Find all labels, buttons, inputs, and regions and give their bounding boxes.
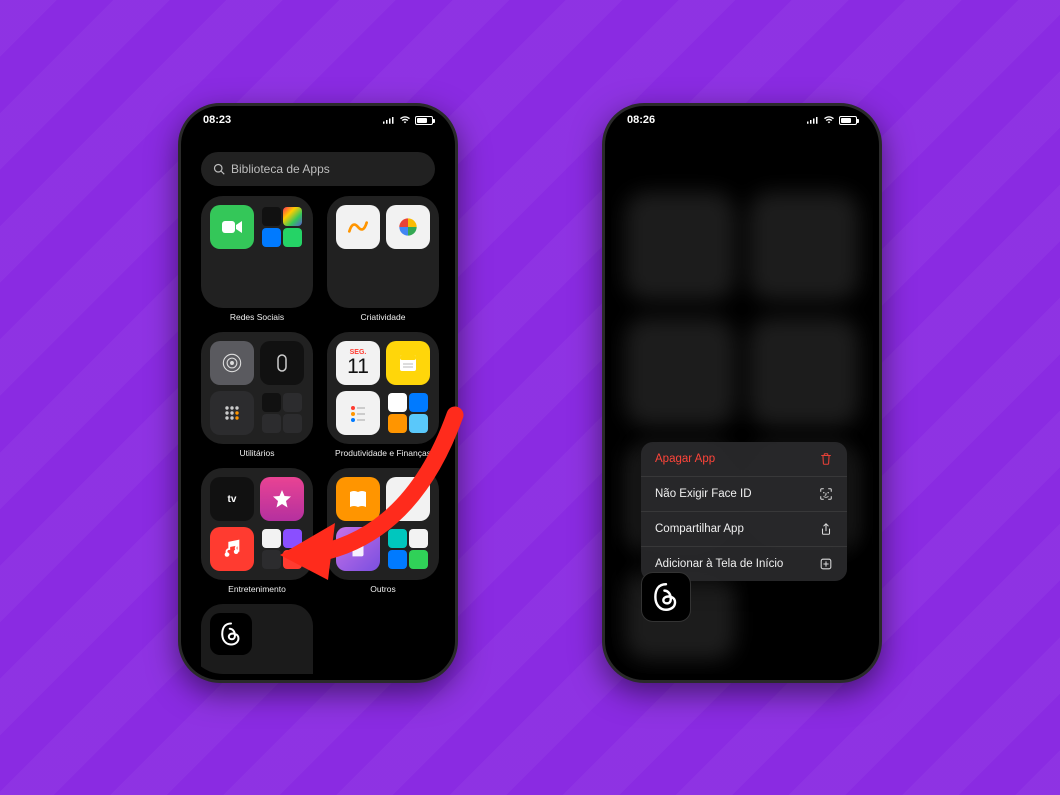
wifi-icon [399, 116, 411, 124]
journal-icon [336, 527, 380, 571]
google-photos-icon [386, 205, 430, 249]
freeform-icon [336, 205, 380, 249]
search-icon [213, 163, 225, 175]
notch [682, 106, 802, 130]
app-cluster [260, 205, 304, 249]
battery-icon [415, 116, 433, 125]
watch-icon [260, 341, 304, 385]
menu-label: Apagar App [655, 453, 715, 465]
share-icon [819, 522, 833, 536]
music-icon [210, 527, 254, 571]
folder-label: Redes Sociais [230, 312, 284, 322]
wifi-icon [823, 116, 835, 124]
menu-label: Adicionar à Tela de Início [655, 558, 783, 570]
folder-produtividade[interactable]: SEG. 11 [327, 332, 439, 458]
folder-label: Produtividade e Finanças [335, 448, 431, 458]
battery-icon [839, 116, 857, 125]
menu-item-delete-app[interactable]: Apagar App [641, 442, 847, 477]
folder-redes-sociais[interactable]: Redes Sociais [201, 196, 313, 322]
search-placeholder: Biblioteca de Apps [231, 162, 330, 176]
phone-left: 08:23 Biblioteca de Apps [178, 103, 458, 683]
menu-label: Compartilhar App [655, 523, 744, 535]
reminders-icon [336, 391, 380, 435]
app-library-grid: Redes Sociais [201, 196, 435, 660]
folder-label: Criatividade [361, 312, 406, 322]
folder-label: Utilitários [240, 448, 275, 458]
calculator-icon [210, 391, 254, 435]
app-library-search[interactable]: Biblioteca de Apps [201, 152, 435, 186]
folder-label: Outros [370, 584, 396, 594]
page-background [0, 0, 1060, 795]
health-icon [386, 477, 430, 521]
home-screen-blurred: Apagar App Não Exigir Face ID Compartilh… [611, 112, 873, 674]
folder-label: Entretenimento [228, 584, 286, 594]
threads-app-icon[interactable] [641, 572, 691, 622]
notch [258, 106, 378, 130]
settings-icon [210, 341, 254, 385]
app-cluster [260, 527, 304, 571]
app-cluster [260, 391, 304, 435]
notes-icon [386, 341, 430, 385]
menu-label: Não Exigir Face ID [655, 488, 752, 500]
clock: 08:23 [203, 114, 231, 126]
signal-icon [807, 116, 819, 124]
threads-app-icon[interactable] [210, 613, 252, 655]
clock: 08:26 [627, 114, 655, 126]
context-menu: Apagar App Não Exigir Face ID Compartilh… [641, 442, 847, 581]
faceid-icon [819, 487, 833, 501]
books-icon [336, 477, 380, 521]
facetime-icon [210, 205, 254, 249]
home-screen: Biblioteca de Apps Redes Sociais [187, 112, 449, 674]
trash-icon [819, 452, 833, 466]
tv-icon: tv [210, 477, 254, 521]
app-cluster [386, 527, 430, 571]
app-cluster [386, 391, 430, 435]
status-indicators [383, 114, 433, 126]
add-home-icon [819, 557, 833, 571]
itunes-store-icon [260, 477, 304, 521]
folder-utilitarios[interactable]: Utilitários [201, 332, 313, 458]
folder-entretenimento[interactable]: tv Entretenimento [201, 468, 313, 594]
signal-icon [383, 116, 395, 124]
status-indicators [807, 114, 857, 126]
calendar-icon: SEG. 11 [336, 341, 380, 385]
folder-ocultos[interactable]: Ocultos [201, 604, 313, 674]
menu-item-no-faceid[interactable]: Não Exigir Face ID [641, 477, 847, 512]
folder-criatividade[interactable]: Criatividade [327, 196, 439, 322]
menu-item-share-app[interactable]: Compartilhar App [641, 512, 847, 547]
calendar-day: 11 [347, 356, 369, 377]
phone-right: 08:26 Apagar App Não Exigir Face ID C [602, 103, 882, 683]
folder-outros[interactable]: Outros [327, 468, 439, 594]
